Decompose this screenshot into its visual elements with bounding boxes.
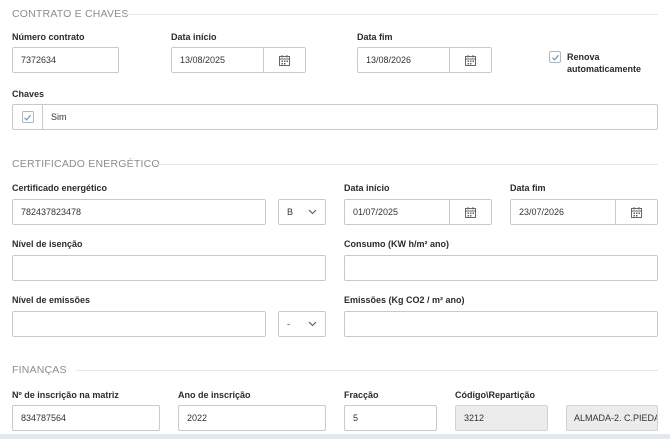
numero-contrato-label: Número contrato [12,32,85,42]
classe-energetica-select[interactable]: B [278,199,326,225]
nivel-isencao-label: Nível de isenção [12,239,83,249]
data-fim-certificado-field[interactable]: 23/07/2026 [510,199,658,225]
data-fim-certificado-label: Data fim [510,183,546,193]
reparticao-input: ALMADA-2. C.PIEDA [566,405,658,431]
data-fim-certificado-input[interactable]: 23/07/2026 [511,200,615,224]
classe-emissoes-select[interactable]: - [278,311,326,337]
data-inicio-certificado-label: Data início [344,183,390,193]
nivel-emissoes-label: Nível de emissões [12,295,91,305]
data-fim-contrato-field[interactable]: 13/08/2026 [357,47,492,73]
calendar-icon[interactable] [449,200,491,224]
chaves-value: Sim [51,112,67,122]
matriz-label: Nº de inscrição na matriz [12,390,119,400]
data-inicio-contrato-field[interactable]: 13/08/2025 [171,47,306,73]
section-title-certificado: CERTIFICADO ENERGÉTICO [12,158,160,170]
section-divider [154,164,658,165]
section-title-contrato: CONTRATO E CHAVES [12,8,129,20]
chevron-down-icon [308,321,317,327]
renova-checkbox[interactable] [549,51,561,63]
classe-emissoes-value: - [287,319,290,329]
codigo-input: 3212 [455,405,548,431]
data-fim-contrato-input[interactable]: 13/08/2026 [358,48,449,72]
certificado-label: Certificado energético [12,183,108,193]
nivel-emissoes-input[interactable] [12,311,266,337]
chaves-field[interactable]: Sim [12,104,658,130]
classe-energetica-value: B [287,207,294,217]
consumo-label: Consumo (KW h/m² ano) [344,239,449,249]
renova-automaticamente-option[interactable]: Renova automaticamente [549,51,647,75]
data-fim-contrato-label: Data fim [357,32,393,42]
data-inicio-contrato-input[interactable]: 13/08/2025 [172,48,263,72]
calendar-icon[interactable] [263,48,305,72]
calendar-icon[interactable] [615,200,657,224]
section-title-financas: FINANÇAS [12,364,67,376]
checkmark-icon [24,114,32,121]
emissoes-label: Emissões (Kg CO2 / m² ano) [344,295,465,305]
chaves-checkbox-area[interactable] [13,105,43,129]
renova-label: Renova automaticamente [567,52,642,74]
fraccao-input[interactable]: 5 [344,405,437,431]
certificado-input[interactable]: 782437823478 [12,199,266,225]
fraccao-label: Fracção [344,390,379,400]
nivel-isencao-input[interactable] [12,255,326,281]
section-divider [124,14,658,15]
codigo-reparticao-label: Código\Repartição [455,390,536,400]
chevron-down-icon [308,209,317,215]
data-inicio-certificado-input[interactable]: 01/07/2025 [345,200,449,224]
chaves-label: Chaves [12,89,45,99]
calendar-icon[interactable] [449,48,491,72]
ano-inscricao-label: Ano de inscrição [178,390,251,400]
section-divider [76,370,658,371]
data-inicio-certificado-field[interactable]: 01/07/2025 [344,199,492,225]
chaves-checkbox[interactable] [21,111,34,123]
numero-contrato-input[interactable]: 7372634 [12,47,119,73]
ano-inscricao-input[interactable]: 2022 [178,405,326,431]
matriz-input[interactable]: 834787564 [12,405,160,431]
checkmark-icon [551,54,559,61]
bottom-scroll-edge [0,434,670,439]
consumo-input[interactable] [344,255,658,281]
emissoes-input[interactable] [344,311,658,337]
data-inicio-contrato-label: Data início [171,32,217,42]
